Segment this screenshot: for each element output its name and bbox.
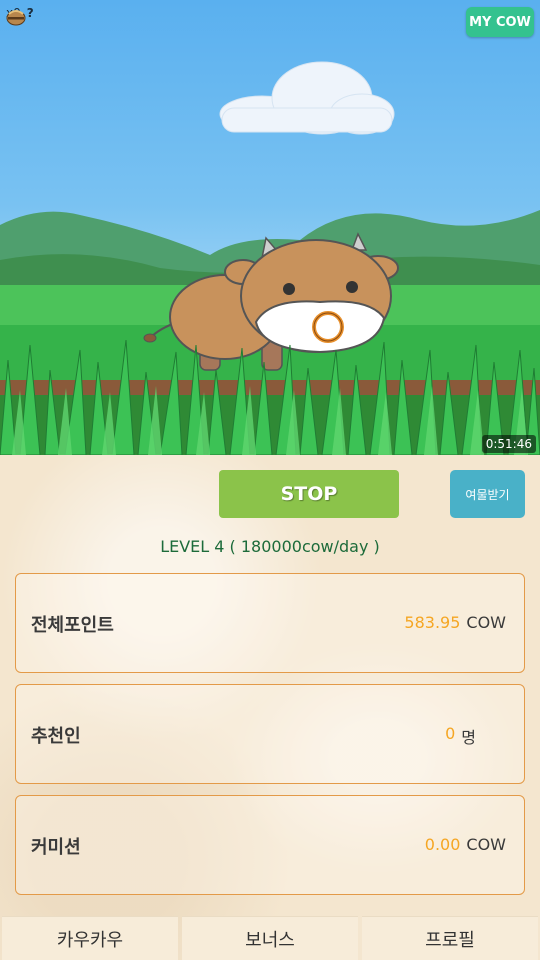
tab-profile[interactable]: 프로필 xyxy=(362,916,538,960)
control-panel: STOP 여물받기 LEVEL 4 ( 180000cow/day ) 전체포인… xyxy=(0,455,540,960)
hay-bundle-icon[interactable] xyxy=(6,6,26,26)
level-indicator: LEVEL 4 ( 180000cow/day ) xyxy=(160,537,380,556)
tab-cowcow[interactable]: 카우카우 xyxy=(2,916,178,960)
card-label: 추천인 xyxy=(31,726,81,747)
card-label: 커미션 xyxy=(31,837,81,858)
commission-card: 커미션 0.00 COW xyxy=(15,795,525,895)
my-cow-button[interactable]: MY COW xyxy=(466,7,534,37)
cloud xyxy=(219,61,395,135)
stop-button[interactable]: STOP xyxy=(219,470,399,518)
value-number: 0.00 xyxy=(424,835,461,854)
referrer-card: 추천인 0 명 xyxy=(15,684,525,784)
value-unit: COW xyxy=(466,613,506,632)
farm-scene: x0 ? MY COW 0:51:46 xyxy=(0,0,540,455)
card-value: 0.00 COW xyxy=(425,835,506,854)
collect-feed-button[interactable]: 여물받기 xyxy=(450,470,525,518)
help-icon[interactable]: ? xyxy=(27,6,34,20)
countdown-timer: 0:51:46 xyxy=(481,435,536,453)
value-number: 0 xyxy=(445,724,456,743)
value-number: 583.95 xyxy=(404,613,461,632)
card-value: 583.95 COW xyxy=(404,613,506,632)
value-unit: COW xyxy=(466,835,506,854)
scene-illustration xyxy=(0,61,540,455)
card-value: 0 명 xyxy=(445,724,476,748)
card-label: 전체포인트 xyxy=(31,615,114,636)
value-unit: 명 xyxy=(461,728,476,747)
total-points-card: 전체포인트 583.95 COW xyxy=(15,573,525,673)
top-status: x0 ? xyxy=(6,6,34,26)
bottom-tab-bar: 카우카우 보너스 프로필 xyxy=(0,916,540,960)
tab-bonus[interactable]: 보너스 xyxy=(182,916,358,960)
